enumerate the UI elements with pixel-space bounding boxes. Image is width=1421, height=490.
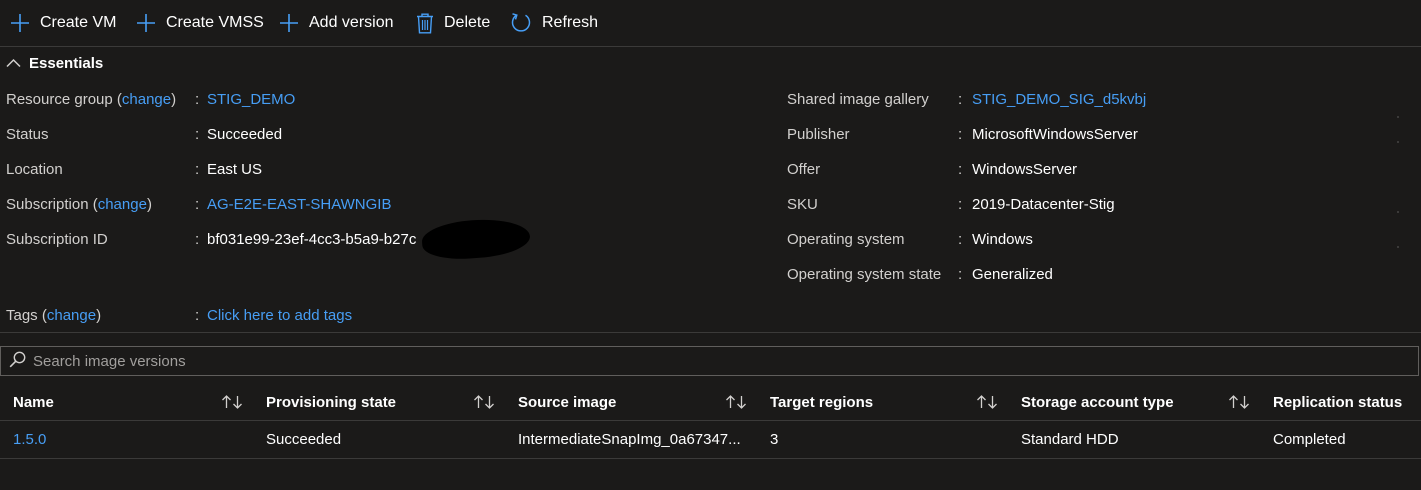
- location-value: East US: [207, 161, 263, 178]
- grid-header: Name Provisioning state Source image Tar…: [0, 384, 1421, 421]
- location-label: Location: [6, 161, 63, 178]
- column-header-replication-status[interactable]: Replication status: [1273, 384, 1402, 420]
- delete-button[interactable]: Delete: [416, 0, 490, 46]
- essentials-toggle[interactable]: Essentials: [6, 53, 103, 73]
- provisioning-state-cell: Succeeded: [266, 431, 342, 448]
- redaction-mark: [420, 216, 532, 262]
- sort-icon[interactable]: [221, 384, 243, 420]
- separator: :: [958, 126, 963, 143]
- target-regions-cell: 3: [770, 431, 779, 448]
- status-value: Succeeded: [207, 126, 283, 143]
- separator: :: [195, 307, 200, 324]
- sort-icon[interactable]: [976, 384, 998, 420]
- separator: :: [195, 91, 200, 108]
- plus-icon: [10, 13, 30, 33]
- sku-label: SKU: [787, 196, 818, 213]
- paren-close: ): [146, 196, 152, 213]
- scroll-marker: [1397, 211, 1399, 213]
- tags-label-text: Tags: [6, 307, 38, 324]
- offer-value: WindowsServer: [972, 161, 1078, 178]
- sort-icon[interactable]: [725, 384, 747, 420]
- search-image-versions-input[interactable]: [31, 351, 635, 371]
- version-name-link[interactable]: 1.5.0: [13, 421, 46, 458]
- column-header-name[interactable]: Name: [13, 384, 54, 420]
- essentials-title: Essentials: [29, 54, 104, 72]
- os-state-label: Operating system state: [787, 266, 942, 283]
- column-header-source-image[interactable]: Source image: [518, 384, 616, 420]
- subscription-label: Subscription (change): [6, 196, 152, 213]
- add-version-button[interactable]: Add version: [279, 0, 394, 46]
- plus-icon: [136, 13, 156, 33]
- storage-account-type-cell: Standard HDD: [1021, 431, 1119, 448]
- offer-label: Offer: [787, 161, 821, 178]
- os-label: Operating system: [787, 231, 905, 248]
- paren-close: ): [171, 91, 177, 108]
- separator: :: [195, 231, 200, 248]
- refresh-button[interactable]: Refresh: [510, 0, 598, 46]
- resource-group-label-text: Resource group: [6, 91, 113, 108]
- source-image-cell: IntermediateSnapImg_0a67347...: [518, 431, 741, 448]
- sort-icon[interactable]: [1228, 384, 1250, 420]
- separator: :: [195, 161, 200, 178]
- subscription-id-label: Subscription ID: [6, 231, 108, 248]
- change-tags-link[interactable]: change: [47, 307, 96, 324]
- table-row[interactable]: 1.5.0 Succeeded IntermediateSnapImg_0a67…: [0, 421, 1421, 459]
- sort-icon[interactable]: [473, 384, 495, 420]
- column-header-provisioning-state[interactable]: Provisioning state: [266, 384, 396, 420]
- separator: :: [958, 266, 963, 283]
- separator: :: [195, 196, 200, 213]
- create-vmss-button[interactable]: Create VMSS: [136, 0, 264, 46]
- create-vm-label: Create VM: [40, 14, 117, 31]
- search-box: [0, 346, 1419, 376]
- resource-group-label: Resource group (change): [6, 91, 176, 108]
- chevron-up-icon: [6, 55, 29, 72]
- scroll-marker: [1397, 246, 1399, 248]
- tags-label: Tags (change): [6, 307, 101, 324]
- paren-close: ): [96, 307, 102, 324]
- divider: [0, 332, 1421, 333]
- subscription-label-text: Subscription: [6, 196, 89, 213]
- gallery-label: Shared image gallery: [787, 91, 929, 108]
- separator: :: [195, 126, 200, 143]
- separator: :: [958, 196, 963, 213]
- change-subscription-link[interactable]: change: [98, 196, 147, 213]
- os-value: Windows: [972, 231, 1033, 248]
- separator: :: [958, 161, 963, 178]
- sku-value: 2019-Datacenter-Stig: [972, 196, 1115, 213]
- separator: :: [958, 231, 963, 248]
- column-header-target-regions[interactable]: Target regions: [770, 384, 873, 420]
- status-label: Status: [6, 126, 49, 143]
- create-vmss-label: Create VMSS: [166, 14, 264, 31]
- os-state-value: Generalized: [972, 266, 1053, 283]
- trash-icon: [416, 13, 434, 34]
- search-icon: [1, 351, 26, 372]
- add-version-label: Add version: [309, 14, 394, 31]
- add-tags-link[interactable]: Click here to add tags: [207, 307, 352, 324]
- resource-group-link[interactable]: STIG_DEMO: [207, 91, 295, 108]
- replication-status-cell: Completed: [1273, 431, 1346, 448]
- plus-icon: [279, 13, 299, 33]
- scroll-marker: [1397, 141, 1399, 143]
- delete-label: Delete: [444, 14, 491, 31]
- create-vm-button[interactable]: Create VM: [10, 0, 116, 46]
- refresh-icon: [510, 12, 532, 34]
- publisher-value: MicrosoftWindowsServer: [972, 126, 1138, 143]
- subscription-link[interactable]: AG-E2E-EAST-SHAWNGIB: [207, 196, 391, 213]
- refresh-label: Refresh: [542, 14, 599, 31]
- command-bar: Create VM Create VMSS Add version Delete: [0, 0, 1421, 47]
- change-resource-group-link[interactable]: change: [122, 91, 171, 108]
- column-header-storage-account-type[interactable]: Storage account type: [1021, 384, 1174, 420]
- publisher-label: Publisher: [787, 126, 850, 143]
- gallery-link[interactable]: STIG_DEMO_SIG_d5kvbj: [972, 91, 1146, 108]
- scroll-marker: [1397, 116, 1399, 118]
- subscription-id-value: bf031e99-23ef-4cc3-b5a9-b27c: [207, 231, 417, 248]
- separator: :: [958, 91, 963, 108]
